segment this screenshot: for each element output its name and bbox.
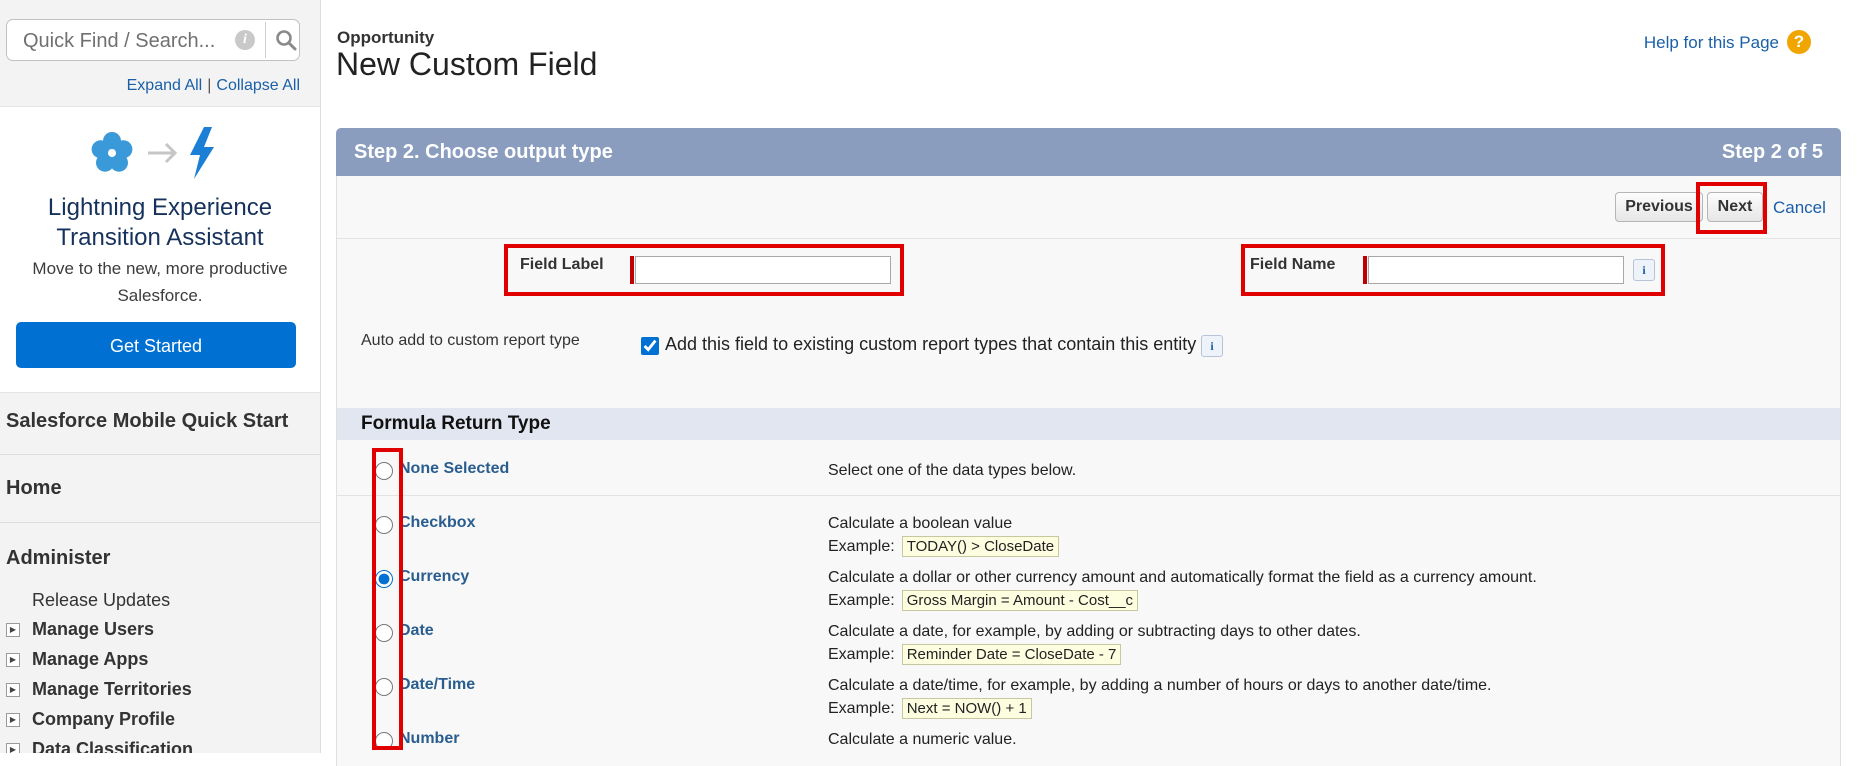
quick-find-input[interactable] [21,28,225,54]
field-name-label: Field Name [1250,256,1336,273]
return-type-name[interactable]: Number [399,730,459,748]
transition-icons [91,127,214,179]
button-row: Previous Next Cancel [337,176,1840,239]
quick-find-box: i [6,19,300,61]
search-divider [265,22,266,58]
lightning-bolt-icon [190,127,214,179]
mobile-quick-start-label: Salesforce Mobile Quick Start [6,410,289,432]
tree-item-label: Manage Territories [32,679,192,699]
tree-item-label: Data Classification [32,739,194,753]
step-title: Step 2. Choose output type [354,141,613,163]
field-label-input[interactable] [635,256,891,284]
return-type-radio[interactable] [375,462,393,480]
return-type-description: Calculate a boolean value [828,515,1013,532]
expand-all-link[interactable]: Expand All [127,77,203,94]
arrow-right-icon [148,142,178,164]
auto-add-checkbox[interactable] [641,337,659,355]
promo-text: Move to the new, more productive Salesfo… [32,259,288,305]
expand-icon[interactable]: ▶ [6,743,20,753]
auto-add-text: Add this field to existing custom report… [665,334,1197,354]
return-type-currency: Currency Calculate a dollar or other cur… [337,550,1840,611]
previous-button[interactable]: Previous [1615,192,1703,222]
return-type-name[interactable]: Date/Time [399,676,475,694]
salesforce-flower-icon [91,132,133,172]
formula-return-type-heading: Formula Return Type [361,413,551,434]
return-type-description: Select one of the data types below. [828,462,1077,479]
administer-heading[interactable]: Administer [6,547,110,570]
return-type-date: Date Calculate a date, for example, by a… [337,604,1840,665]
field-name-info-icon[interactable]: i [1633,259,1655,281]
main-content: Opportunity New Custom Field Help for th… [321,0,1867,766]
home-label: Home [6,477,62,499]
return-type-name[interactable]: None Selected [399,460,509,478]
object-breadcrumb: Opportunity [337,28,435,47]
sidebar-item-home[interactable]: Home [0,455,320,523]
field-name-input[interactable] [1368,256,1624,284]
tree-item-label: Company Profile [32,709,176,729]
expand-icon[interactable]: ▶ [6,683,20,697]
expand-icon[interactable]: ▶ [6,623,20,637]
auto-add-info-icon[interactable]: i [1201,335,1223,357]
next-button[interactable]: Next [1707,192,1763,222]
return-type-description: Calculate a date, for example, by adding… [828,623,1361,640]
expand-icon[interactable]: ▶ [6,713,20,727]
return-type-radio[interactable] [375,516,393,534]
sidebar-section-administer: Administer Release Updates ▶ Manage User… [0,523,320,753]
return-type-radio[interactable] [375,570,393,588]
return-type-name[interactable]: Checkbox [399,514,475,532]
tree-item-label: Manage Users [32,619,155,639]
auto-add-label: Auto add to custom report type [361,332,580,349]
step-header: Step 2. Choose output type Step 2 of 5 [336,128,1841,176]
required-indicator [1363,256,1367,284]
link-separator: | [207,77,212,94]
help-link[interactable]: Help for this Page [1644,33,1779,53]
formula-return-type-header: Formula Return Type [337,408,1840,440]
return-type-description: Calculate a numeric value. [828,731,1017,748]
step-count: Step 2 of 5 [1721,141,1823,163]
required-indicator [630,256,634,284]
return-type-description: Calculate a date/time, for example, by a… [828,677,1492,694]
field-label-label: Field Label [520,256,604,273]
expand-icon[interactable]: ▶ [6,653,20,667]
return-type-name[interactable]: Date [399,622,434,640]
page-title: New Custom Field [336,46,598,82]
release-updates-link[interactable]: Release Updates [32,590,170,611]
return-type-radio[interactable] [375,678,393,696]
search-icon[interactable] [274,28,298,52]
help-icon[interactable]: ? [1787,30,1811,54]
return-type-radio[interactable] [375,624,393,642]
return-type-number: Number Calculate a numeric value. [337,712,1840,766]
promo-title: Lightning Experience Transition Assistan… [47,194,273,251]
wizard-panel: Previous Next Cancel Field Label Field N… [336,176,1841,766]
return-type-datetime: Date/Time Calculate a date/time, for exa… [337,658,1840,719]
expand-collapse-links: Expand All | Collapse All [127,77,300,95]
return-type-radio[interactable] [375,732,393,750]
setup-sidebar: i Expand All|Collapse All Lightn [0,0,321,753]
return-type-checkbox: Checkbox Calculate a boolean value Examp… [337,496,1840,557]
sidebar-item-mobile-quick-start[interactable]: Salesforce Mobile Quick Start [0,391,320,455]
collapse-all-link[interactable]: Collapse All [216,77,300,94]
tree-item-label: Manage Apps [32,649,149,669]
return-type-none: None Selected Select one of the data typ… [337,440,1840,496]
cancel-link[interactable]: Cancel [1773,198,1826,218]
lightning-transition-promo: Lightning Experience Transition Assistan… [0,106,320,393]
return-type-name[interactable]: Currency [399,568,469,586]
get-started-button[interactable]: Get Started [16,322,296,368]
info-icon[interactable]: i [235,30,255,50]
return-type-description: Calculate a dollar or other currency amo… [828,569,1537,586]
